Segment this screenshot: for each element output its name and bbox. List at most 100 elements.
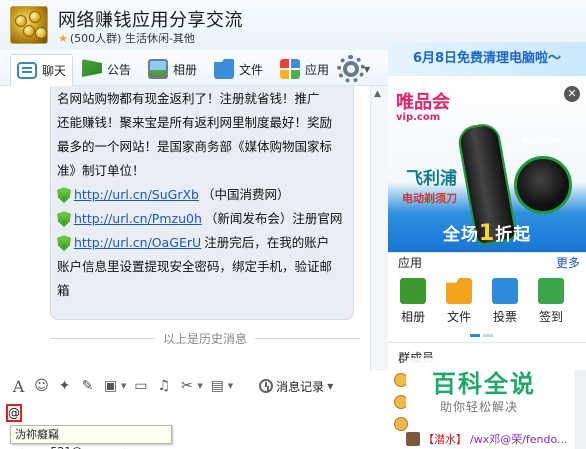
history-divider-label: 以上是历史消息 <box>163 332 248 346</box>
file-icon[interactable]: ▭ <box>132 378 149 395</box>
image-icon[interactable]: ▣ <box>102 378 119 395</box>
folder-app-icon <box>446 278 472 304</box>
ad-banner[interactable]: 6月8日免费清理电脑啦～ 唯品会 vip.com ✕ PHILIPS 飞利浦 电… <box>388 42 586 252</box>
divider-line <box>255 338 361 339</box>
link-row: http://url.cn/OaGErU 注册完后，在我的账户 <box>57 231 345 255</box>
message-line: 准》制订单位！ <box>57 163 145 178</box>
tab-photos-label: 相册 <box>173 62 198 77</box>
gear-icon <box>337 55 365 83</box>
tab-apps-label: 应用 <box>305 62 330 77</box>
message-line: 还能赚钱！聚来宝是所有返利网里制度最好！奖励 <box>57 115 333 130</box>
shield-icon <box>57 211 71 227</box>
chevron-down-icon[interactable]: ▼ <box>228 382 233 390</box>
apps-icon <box>280 59 300 79</box>
apps-pager[interactable] <box>470 334 493 337</box>
member-row[interactable] <box>394 417 408 431</box>
chat-icon <box>17 62 37 79</box>
pager-dot[interactable] <box>483 334 493 337</box>
message-link[interactable]: http://url.cn/SuGrXb <box>74 183 199 207</box>
ad-brand-sub: 电动剃须刀 <box>402 192 457 205</box>
ad-main[interactable]: 唯品会 vip.com ✕ PHILIPS 飞利浦 电动剃须刀 全场1折起 <box>388 76 586 252</box>
philips-label: PHILIPS <box>522 138 562 148</box>
photo-icon <box>148 59 168 79</box>
link-note: 注册完后，在我的账户 <box>204 235 330 250</box>
ad-top-text[interactable]: 6月8日免费清理电脑啦～ <box>388 42 586 76</box>
ad-brand: 飞利浦 <box>406 169 457 189</box>
message-link[interactable]: http://url.cn/Pmzu0h <box>74 207 202 231</box>
app-item-vote[interactable]: 投票 <box>490 272 520 342</box>
input-toolbar: A ☺ ✦ ✎ ▣ ▼ ▭ ♫ ✂ ▼ ▤ ▼ 消息记录 ▼ <box>0 371 388 401</box>
tab-files-label: 文件 <box>239 62 264 77</box>
apps-header: 应用 更多 <box>388 252 586 272</box>
clock-icon <box>259 379 274 393</box>
message-line: 箱 <box>57 283 70 298</box>
tab-apps[interactable]: 应用 <box>274 54 335 84</box>
edit-icon[interactable]: ✎ <box>79 378 96 395</box>
vip-logo: 唯品会 <box>396 92 450 113</box>
avatar <box>406 432 420 446</box>
member-tag: 【潜水】 <box>423 433 467 446</box>
photo-app-icon <box>400 278 426 304</box>
chat-scrollbar[interactable]: ▲ <box>370 86 388 371</box>
ad-slogan-prefix: 全场 <box>442 225 479 245</box>
ad-slogan-num: 1 <box>478 221 496 246</box>
group-member-info: ★ (500人群) 生活休闲-其他 <box>58 30 195 46</box>
chevron-down-icon: ▼ <box>327 381 334 391</box>
chevron-down-icon[interactable]: ▼ <box>121 382 126 390</box>
divider-line <box>50 338 155 339</box>
member-item[interactable]: 【潜水】 /wx邓@荣/fendo... <box>406 430 586 449</box>
group-title: 网络赚钱应用分享交流 <box>58 10 243 31</box>
checkin-app-icon <box>538 278 564 304</box>
message-input[interactable]: @ 沩祢癡竊<sone521@qq.com> <box>0 401 388 449</box>
magic-icon[interactable]: ✦ <box>56 378 73 395</box>
folder-icon <box>214 59 234 79</box>
app-label: 文件 <box>446 310 471 324</box>
star-icon: ★ <box>58 31 68 45</box>
user-icon <box>394 417 408 431</box>
scissors-icon[interactable]: ✂ <box>178 378 195 395</box>
group-tabs: 聊天 公告 相册 文件 应用 ▼ <box>0 50 388 86</box>
member-name: /wx邓@荣/fendo... <box>470 433 568 446</box>
apps-grid: 相册 文件 投票 签到 <box>388 272 586 342</box>
app-item-files[interactable]: 文件 <box>444 272 474 342</box>
emoji-icon[interactable]: ☺ <box>33 378 50 395</box>
vip-url: vip.com <box>396 112 441 123</box>
member-count-text: (500人群) 生活休闲-其他 <box>69 32 195 45</box>
message-record-label: 消息记录 <box>276 379 325 394</box>
app-item-checkin[interactable]: 签到 <box>536 272 566 342</box>
app-item-photos[interactable]: 相册 <box>398 272 428 342</box>
mention-suggestion[interactable]: 沩祢癡竊<sone521@qq.com> <box>10 425 172 449</box>
app-label: 签到 <box>538 310 563 324</box>
tab-notice-label: 公告 <box>107 62 132 77</box>
tab-photos[interactable]: 相册 <box>142 54 203 84</box>
pager-dot[interactable] <box>470 334 480 337</box>
screen-icon[interactable]: ▤ <box>209 378 226 395</box>
message-line: 最多的一个网站！是国家商务部《媒体购物国家标 <box>57 139 333 154</box>
chevron-down-icon[interactable]: ▼ <box>197 382 202 390</box>
link-note: （中国消费网） <box>202 187 290 202</box>
input-text[interactable]: @ <box>6 404 22 422</box>
settings-button[interactable]: ▼ <box>337 55 370 83</box>
tab-chat[interactable]: 聊天 <box>10 54 74 86</box>
message-record-button[interactable]: 消息记录 ▼ <box>259 378 333 395</box>
apps-more-link[interactable]: 更多 <box>556 254 580 271</box>
tab-files[interactable]: 文件 <box>208 54 269 84</box>
history-divider: 以上是历史消息 <box>50 330 361 347</box>
watermark-subtitle: 助你轻松解决 <box>440 400 519 414</box>
ad-slogan-suffix: 折起 <box>495 225 532 245</box>
app-label: 投票 <box>492 310 517 324</box>
tab-notice[interactable]: 公告 <box>76 54 137 84</box>
font-icon[interactable]: A <box>10 377 27 396</box>
app-label: 相册 <box>400 310 425 324</box>
music-icon[interactable]: ♫ <box>155 378 172 395</box>
message-line: 账户信息里设置提现安全密码，绑定手机，验证邮 <box>57 259 333 274</box>
message-link[interactable]: http://url.cn/OaGErU <box>74 231 201 255</box>
message-bubble: 名网站购物都有现金返利了！注册就省钱！推广 还能赚钱！聚来宝是所有返利网里制度最… <box>50 86 354 320</box>
scroll-up-icon[interactable]: ▲ <box>374 89 381 99</box>
message-line: 名网站购物都有现金返利了！注册就省钱！推广 <box>57 91 320 106</box>
close-icon[interactable]: ✕ <box>564 86 580 102</box>
chat-area: 名网站购物都有现金返利了！注册就省钱！推广 还能赚钱！聚来宝是所有返利网里制度最… <box>0 86 388 371</box>
group-avatar[interactable] <box>10 6 48 44</box>
apps-title: 应用 <box>398 256 423 270</box>
link-row: http://url.cn/SuGrXb （中国消费网） <box>57 183 345 207</box>
